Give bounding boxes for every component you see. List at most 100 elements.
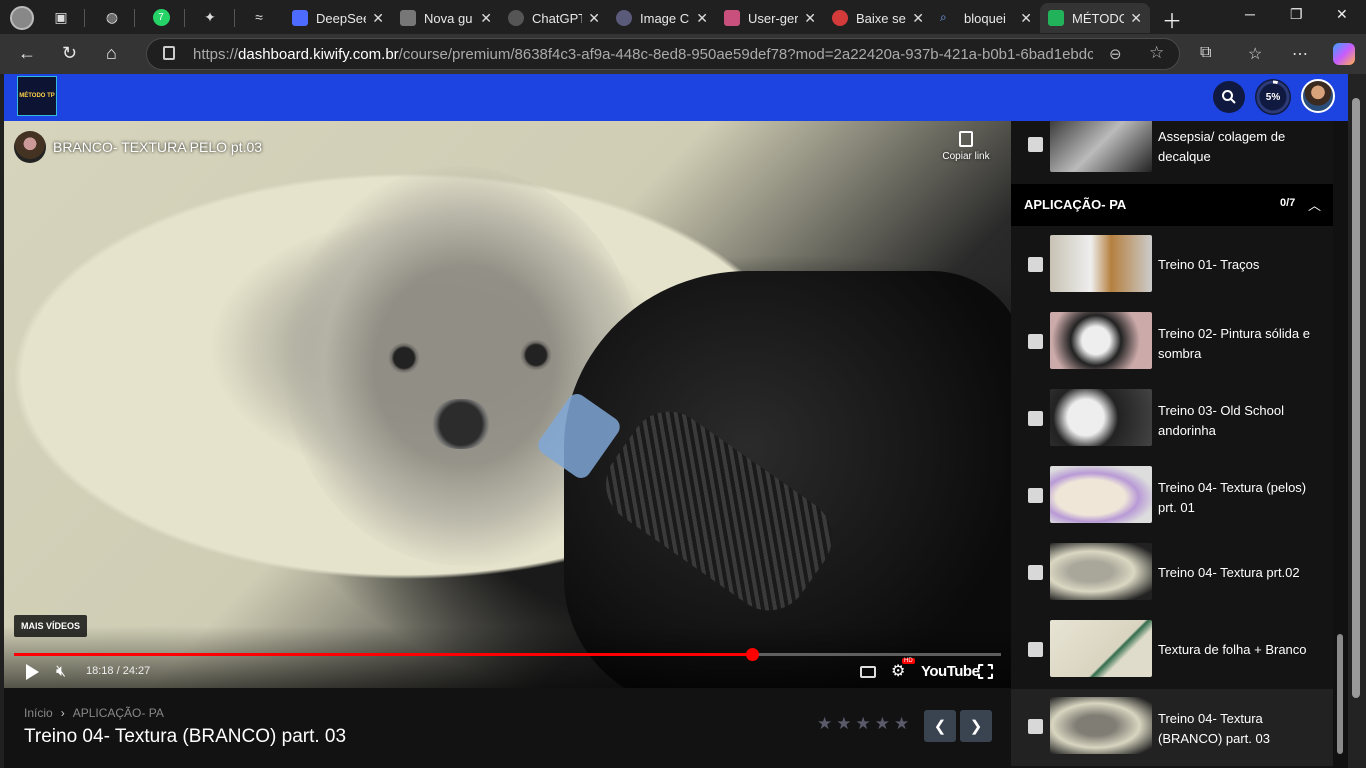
subtitles-icon[interactable] (860, 666, 876, 678)
close-window-button[interactable]: ✕ (1336, 6, 1348, 23)
search-button[interactable] (1213, 81, 1245, 113)
tab-chatgpt[interactable]: ChatGPT ✕ (500, 3, 608, 33)
copy-icon (959, 131, 973, 147)
profile-icon[interactable] (10, 6, 34, 30)
home-button[interactable]: ⌂ (106, 43, 117, 64)
completion-checkbox[interactable] (1028, 565, 1043, 580)
tab-label: Baixe se (856, 10, 906, 26)
play-icon[interactable] (26, 664, 39, 680)
list-item[interactable]: Treino 04- Textura prt.02 (1011, 535, 1333, 612)
list-item[interactable]: Treino 02- Pintura sólida e sombra (1011, 304, 1333, 381)
completion-checkbox[interactable] (1028, 334, 1043, 349)
list-item[interactable]: Treino 04- Textura (pelos) prt. 01 (1011, 458, 1333, 535)
star-icon[interactable]: ★ (817, 714, 832, 734)
close-icon[interactable]: ✕ (480, 10, 492, 27)
close-icon[interactable]: ✕ (912, 10, 924, 27)
url-prefix: https:// (193, 46, 239, 63)
sidebar-scrollbar-thumb[interactable] (1337, 634, 1343, 754)
tab-label: ChatGPT (532, 10, 583, 26)
channel-avatar[interactable] (14, 131, 46, 163)
muted-volume-icon[interactable]: 🔇︎ (56, 663, 66, 681)
video-frame-nose (432, 399, 490, 449)
back-button[interactable]: ← (18, 43, 36, 64)
favorites-icon[interactable]: ☆ (1248, 44, 1262, 64)
pinned-tab-icon[interactable]: ✦ (199, 6, 221, 28)
extensions-icon[interactable]: ⧉ (1200, 44, 1211, 62)
list-item-current[interactable]: Treino 04- Textura (BRANCO) part. 03 (1011, 689, 1333, 766)
minimize-button[interactable]: ─ (1245, 6, 1255, 22)
tab-baixe[interactable]: Baixe se ✕ (824, 3, 932, 33)
list-item[interactable]: Treino 01- Traços (1011, 227, 1333, 304)
close-icon[interactable]: ✕ (1130, 10, 1142, 27)
lesson-thumbnail[interactable] (1050, 312, 1152, 369)
module-header[interactable]: APLICAÇÃO- PA 0/7 ︿ (1011, 184, 1333, 226)
completion-checkbox[interactable] (1028, 411, 1043, 426)
previous-lesson-button[interactable]: ❮ (924, 710, 956, 742)
zoom-icon[interactable]: ⊖ (1109, 45, 1122, 63)
youtube-logo[interactable]: YouTube (921, 663, 980, 680)
lesson-thumbnail[interactable] (1050, 543, 1152, 600)
tab-metodo[interactable]: MÉTODO ✕ (1040, 3, 1150, 33)
tab-user-generated[interactable]: User-ger ✕ (716, 3, 824, 33)
maximize-button[interactable]: ❐ (1290, 6, 1303, 23)
page-scrollbar-thumb[interactable] (1352, 98, 1360, 698)
reload-button[interactable]: ↻ (62, 43, 77, 64)
list-item[interactable]: Textura de folha + Branco (1011, 612, 1333, 689)
list-item[interactable]: Assepsia/ colagem de decalque (1011, 121, 1333, 184)
url-text[interactable]: https://dashboard.kiwify.com.br/course/p… (193, 46, 1093, 63)
close-icon[interactable]: ✕ (588, 10, 600, 27)
copilot-icon[interactable] (1333, 43, 1355, 65)
tab-image-creator[interactable]: Image C ✕ (608, 3, 716, 33)
close-icon[interactable]: ✕ (696, 10, 708, 27)
browser-window: ▣ ◍ 7 ✦ ≈ DeepSee ✕ Nova gu ✕ ChatGPT ✕ … (0, 0, 1366, 768)
address-bar[interactable]: https://dashboard.kiwify.com.br/course/p… (146, 38, 1180, 70)
site-logo[interactable]: MÉTODO TP (17, 76, 57, 116)
completion-checkbox[interactable] (1028, 137, 1043, 152)
pinned-tab-icon[interactable]: ≈ (248, 6, 270, 28)
star-icon[interactable]: ★ (875, 714, 890, 734)
next-lesson-button[interactable]: ❯ (960, 710, 992, 742)
lesson-thumbnail[interactable] (1050, 697, 1152, 754)
breadcrumb-module[interactable]: APLICAÇÃO- PA (73, 706, 164, 720)
lock-icon[interactable] (163, 46, 175, 60)
tab-deepseek[interactable]: DeepSee ✕ (284, 3, 392, 33)
completion-checkbox[interactable] (1028, 642, 1043, 657)
close-icon[interactable]: ✕ (372, 10, 384, 27)
star-icon[interactable]: ★ (836, 714, 851, 734)
tab-nova-guia[interactable]: Nova gu ✕ (392, 3, 500, 33)
close-icon[interactable]: ✕ (804, 10, 816, 27)
tab-label: MÉTODO (1072, 10, 1125, 26)
lesson-thumbnail[interactable] (1050, 466, 1152, 523)
completion-checkbox[interactable] (1028, 488, 1043, 503)
rating-stars[interactable]: ★ ★ ★ ★ ★ (817, 714, 909, 734)
tab-bloqueio[interactable]: ⌕ bloquei ✕ (932, 3, 1040, 33)
video-player[interactable]: BRANCO- TEXTURA PELO pt.03 Copiar link M… (4, 121, 1011, 688)
lesson-thumbnail[interactable] (1050, 389, 1152, 446)
seek-bar[interactable] (14, 648, 1001, 661)
chevron-up-icon[interactable]: ︿ (1308, 195, 1321, 214)
breadcrumb-home[interactable]: Início (24, 706, 53, 720)
close-icon[interactable]: ✕ (1020, 10, 1032, 27)
lesson-thumbnail[interactable] (1050, 235, 1152, 292)
completion-checkbox[interactable] (1028, 719, 1043, 734)
new-tab-button[interactable]: ＋ (1162, 5, 1182, 34)
seek-bar-played (14, 653, 753, 656)
copy-link-button[interactable]: Copiar link (934, 131, 998, 162)
whatsapp-tab-icon[interactable]: 7 (150, 6, 172, 28)
video-title[interactable]: BRANCO- TEXTURA PELO pt.03 (53, 139, 262, 155)
more-icon[interactable]: ⋯ (1292, 44, 1308, 64)
tab-actions-icon[interactable]: ▣ (50, 6, 72, 28)
star-icon[interactable]: ★ (894, 714, 909, 734)
list-item[interactable]: Treino 03- Old School andorinha (1011, 381, 1333, 458)
lesson-label: Textura de folha + Branco (1158, 642, 1307, 657)
pinned-tab-icon[interactable]: ◍ (101, 6, 123, 28)
avatar[interactable] (1301, 79, 1335, 113)
star-icon[interactable]: ★ (856, 714, 871, 734)
video-frame-eye (387, 343, 421, 373)
site-header: MÉTODO TP 5% (4, 74, 1348, 121)
completion-checkbox[interactable] (1028, 257, 1043, 272)
gear-icon[interactable]: ⚙ (891, 661, 905, 681)
lesson-thumbnail[interactable] (1050, 121, 1152, 172)
favorite-star-icon[interactable]: ☆ (1149, 43, 1164, 63)
lesson-thumbnail[interactable] (1050, 620, 1152, 677)
